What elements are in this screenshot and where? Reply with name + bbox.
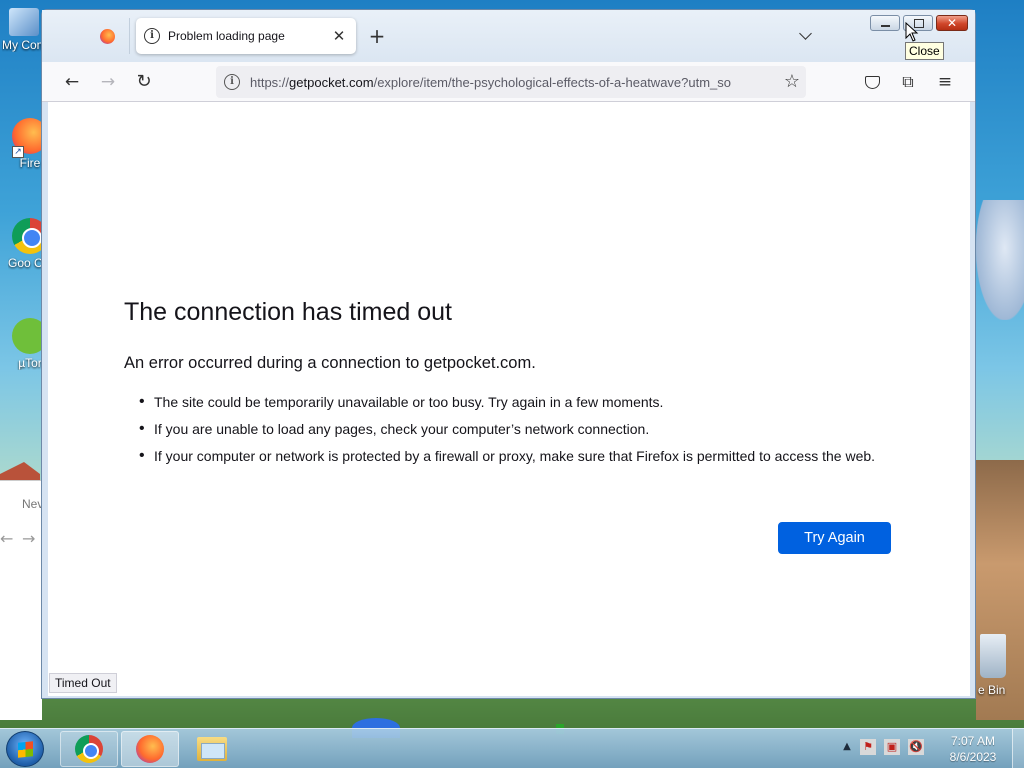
- url-prefix: https://: [250, 74, 290, 90]
- menu-button[interactable]: ≡: [931, 68, 959, 96]
- url-text[interactable]: https://getpocket.com/explore/item/the-p…: [250, 75, 768, 90]
- desktop-icon-computer[interactable]: My Com: [2, 8, 46, 52]
- extensions-button[interactable]: ⧉: [894, 68, 922, 96]
- firefox-icon: [100, 28, 115, 44]
- taskbar-chrome[interactable]: [60, 731, 118, 767]
- computer-icon: [9, 8, 39, 36]
- back-arrow-icon: ←: [0, 529, 14, 548]
- forward-arrow-icon: →: [22, 529, 36, 548]
- url-host: getpocket.com: [289, 74, 374, 90]
- list-item: If you are unable to load any pages, che…: [139, 419, 899, 439]
- error-description: An error occurred during a connection to…: [124, 354, 536, 372]
- navigation-toolbar: ← → ↻ i https://getpocket.com/explore/it…: [42, 62, 975, 102]
- wallpaper-building: [976, 460, 1024, 720]
- new-tab-button[interactable]: +: [364, 24, 390, 48]
- firefox-icon: [136, 735, 164, 763]
- list-all-tabs-button[interactable]: [798, 28, 814, 44]
- recycle-bin-label: e Bin: [978, 683, 1006, 697]
- chrome-icon: [75, 735, 103, 763]
- list-item: The site could be temporarily unavailabl…: [139, 392, 899, 412]
- url-bar[interactable]: i https://getpocket.com/explore/item/the…: [216, 66, 806, 98]
- shortcut-arrow-icon: ↗: [12, 146, 24, 158]
- volume-muted-icon[interactable]: 🔇: [908, 739, 924, 755]
- system-tray: ▲ ⚑ ▣ 🔇: [842, 739, 924, 755]
- try-again-button[interactable]: Try Again: [778, 522, 891, 554]
- site-info-icon[interactable]: i: [224, 74, 240, 90]
- wallpaper-tree: [976, 200, 1024, 320]
- status-panel: Timed Out: [49, 673, 117, 693]
- tab-bar: i Problem loading page ✕ + ✕: [42, 10, 975, 62]
- action-center-flag-icon[interactable]: ⚑: [860, 739, 876, 755]
- show-desktop-button[interactable]: [1012, 729, 1024, 768]
- clock[interactable]: 7:07 AM 8/6/2023: [944, 733, 1002, 765]
- minimize-button[interactable]: [870, 15, 900, 31]
- taskbar-file-explorer[interactable]: [183, 731, 241, 767]
- taskbar-firefox[interactable]: [121, 731, 179, 767]
- error-suggestions: The site could be temporarily unavailabl…: [139, 392, 899, 473]
- desktop-icon-label: My Com: [2, 38, 46, 52]
- tab-title: Problem loading page: [168, 29, 285, 43]
- mouse-cursor-icon: [905, 22, 919, 42]
- tab-firefox-view[interactable]: [86, 18, 130, 54]
- pocket-icon: [864, 76, 880, 89]
- forward-button[interactable]: →: [94, 68, 122, 96]
- pocket-button[interactable]: [858, 68, 886, 96]
- recycle-bin-icon[interactable]: [980, 634, 1006, 678]
- firefox-window: i Problem loading page ✕ + ✕ ← → ↻ i htt…: [41, 9, 976, 699]
- url-path: /explore/item/the-psychological-effects-…: [373, 74, 732, 90]
- start-button[interactable]: [6, 731, 44, 767]
- error-title: The connection has timed out: [124, 298, 452, 326]
- clock-time: 7:07 AM: [950, 734, 996, 748]
- close-window-button[interactable]: ✕: [936, 15, 968, 31]
- folder-icon: [197, 737, 227, 761]
- show-hidden-icons-button[interactable]: ▲: [842, 739, 852, 755]
- taskbar: ▲ ⚑ ▣ 🔇 7:07 AM 8/6/2023: [0, 728, 1024, 768]
- tab-problem-loading[interactable]: i Problem loading page ✕: [136, 18, 356, 54]
- clock-date: 8/6/2023: [949, 750, 997, 764]
- info-icon: i: [144, 28, 160, 44]
- page-content: The connection has timed out An error oc…: [48, 102, 970, 696]
- reload-button[interactable]: ↻: [130, 68, 158, 96]
- list-item: If your computer or network is protected…: [139, 446, 899, 466]
- bookmark-star-icon[interactable]: ☆: [784, 71, 800, 92]
- close-tooltip: Close: [905, 42, 944, 60]
- tab-close-button[interactable]: ✕: [330, 27, 348, 45]
- network-icon[interactable]: ▣: [884, 739, 900, 755]
- background-browser-window[interactable]: Nev ← →: [0, 480, 43, 720]
- back-button[interactable]: ←: [58, 68, 86, 96]
